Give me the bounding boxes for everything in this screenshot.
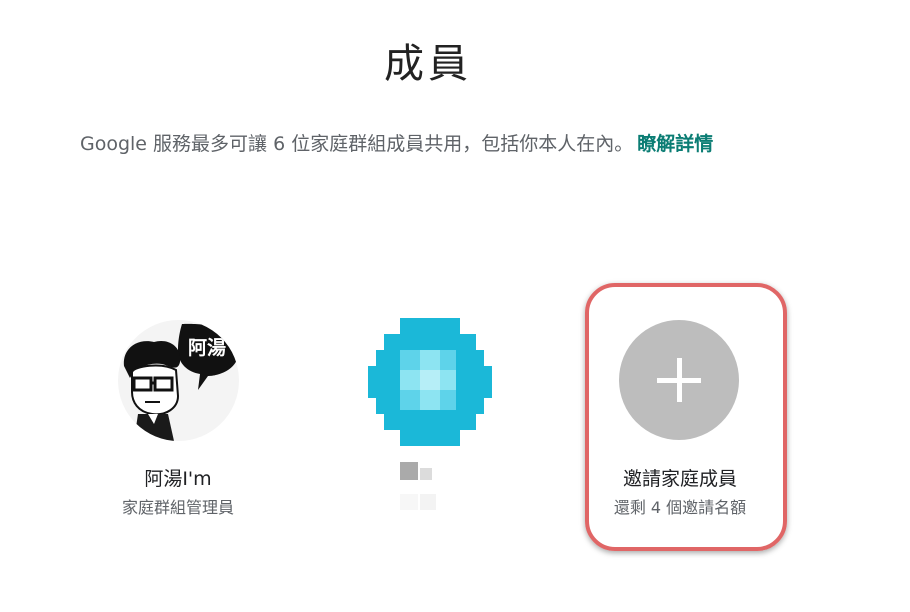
cartoon-avatar-icon: 阿湯 [123,323,239,441]
invite-label[interactable]: 邀請家庭成員 [592,466,768,492]
page-title: 成員 [384,41,472,87]
avatar-bubble-text: 阿湯 [188,337,226,359]
invite-remaining-count: 還剩 4 個邀請名額 [613,498,747,517]
plus-icon-vertical [677,358,682,402]
description-text: Google 服務最多可讓 6 位家庭群組成員共用，包括你本人在內。 [80,133,634,155]
invite-avatar-placeholder[interactable] [619,320,739,440]
member-role: 家庭群組管理員 [121,498,234,517]
member-name: 阿湯I'm [144,468,212,490]
avatar: 阿湯 [118,320,239,441]
family-members-page: 成員 Google 服務最多可讓 6 位家庭群組成員共用，包括你本人在內。 瞭解詳… [0,0,910,612]
members-description: Google 服務最多可讓 6 位家庭群組成員共用，包括你本人在內。 瞭解詳情 [80,129,713,159]
learn-more-link[interactable]: 瞭解詳情 [637,133,713,155]
pixelated-avatar [368,318,492,446]
